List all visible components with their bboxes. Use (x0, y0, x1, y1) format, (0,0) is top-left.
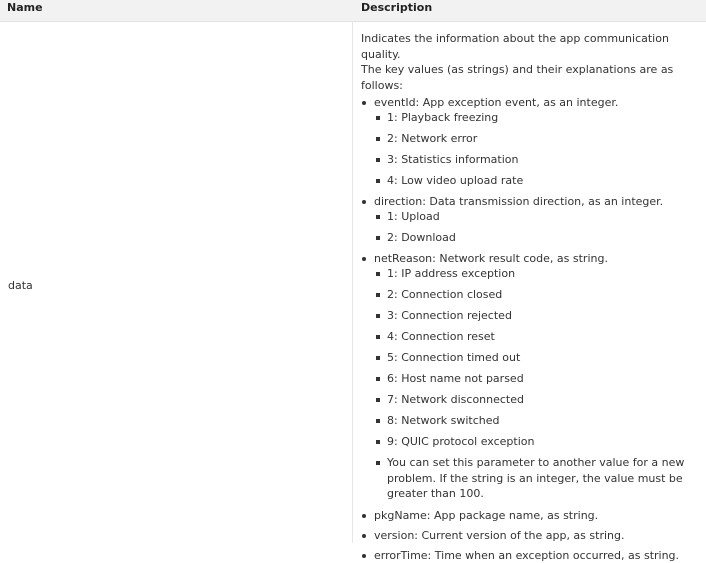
field-item-pkgname: pkgName: App package name, as string. (361, 508, 701, 523)
code-item: 2: Connection closed (374, 287, 701, 302)
code-value: 1 (387, 210, 394, 223)
code-item: 3: Statistics information (374, 152, 701, 167)
code-value: 2 (387, 231, 394, 244)
code-item: 4: Connection reset (374, 329, 701, 344)
code-item: 3: Connection rejected (374, 308, 701, 323)
code-label: : Download (394, 231, 456, 244)
code-label: : Connection timed out (394, 351, 521, 364)
code-value: 7 (387, 393, 394, 406)
field-text: eventId: App exception event, as an inte… (374, 96, 619, 109)
code-item: 1: Playback freezing (374, 110, 701, 125)
code-label: : Network disconnected (394, 393, 524, 406)
column-header-name: Name (7, 1, 43, 14)
field-text: version: Current version of the app, as … (374, 528, 625, 542)
code-item: 4: Low video upload rate (374, 173, 701, 188)
code-item: 7: Network disconnected (374, 392, 701, 407)
code-label: : IP address exception (394, 267, 516, 280)
code-item: 1: IP address exception (374, 266, 701, 281)
code-value: 2 (387, 132, 394, 145)
field-item-eventid: eventId: App exception event, as an inte… (361, 95, 701, 188)
code-label: : Statistics information (394, 153, 519, 166)
code-value: 8 (387, 414, 394, 427)
code-label: : Low video upload rate (394, 174, 524, 187)
code-item: 1: Upload (374, 209, 701, 224)
code-item: 5: Connection timed out (374, 350, 701, 365)
code-value: 6 (387, 372, 394, 385)
code-value: 3 (387, 309, 394, 322)
code-list: 1: Playback freezing 2: Network error 3:… (374, 110, 701, 188)
description-cell: Indicates the information about the app … (361, 31, 701, 563)
code-label: : Host name not parsed (394, 372, 524, 385)
code-item: 8: Network switched (374, 413, 701, 428)
field-list: eventId: App exception event, as an inte… (361, 95, 701, 563)
code-label: : Network error (394, 132, 478, 145)
code-label: : Connection rejected (394, 309, 512, 322)
parameter-table: Name Description data Indicates the info… (0, 0, 706, 562)
description-intro-line-2: The key values (as strings) and their ex… (361, 63, 674, 92)
code-label: : QUIC protocol exception (394, 435, 535, 448)
netreason-note: You can set this parameter to another va… (374, 455, 701, 502)
code-label: : Upload (394, 210, 440, 223)
code-value: 3 (387, 153, 394, 166)
code-label: : Connection reset (394, 330, 495, 343)
code-value: 1 (387, 267, 394, 280)
field-item-errortime: errorTime: Time when an exception occurr… (361, 548, 701, 563)
table-header: Name Description (0, 0, 706, 22)
column-divider (352, 22, 353, 543)
code-label: : Playback freezing (394, 111, 499, 124)
code-item: 2: Network error (374, 131, 701, 146)
field-item-version: version: Current version of the app, as … (361, 528, 701, 543)
code-value: 1 (387, 111, 394, 124)
description-intro-line-1: Indicates the information about the app … (361, 32, 669, 61)
field-text: pkgName: App package name, as string. (374, 508, 599, 522)
code-value: 4 (387, 330, 394, 343)
column-header-description: Description (361, 1, 433, 14)
code-item: 9: QUIC protocol exception (374, 434, 701, 449)
parameter-name-cell: data (8, 279, 33, 292)
code-list: 1: Upload 2: Download (374, 209, 701, 245)
code-value: 5 (387, 351, 394, 364)
field-item-netreason: netReason: Network result code, as strin… (361, 251, 701, 502)
field-text: direction: Data transmission direction, … (374, 195, 664, 208)
code-value: 9 (387, 435, 394, 448)
code-label: : Connection closed (394, 288, 503, 301)
code-label: : Network switched (394, 414, 500, 427)
code-list: 1: IP address exception 2: Connection cl… (374, 266, 701, 502)
code-item: 2: Download (374, 230, 701, 245)
code-value: 4 (387, 174, 394, 187)
field-item-direction: direction: Data transmission direction, … (361, 194, 701, 245)
code-item: 6: Host name not parsed (374, 371, 701, 386)
field-text: errorTime: Time when an exception occurr… (374, 548, 680, 562)
code-value: 2 (387, 288, 394, 301)
field-text: netReason: Network result code, as strin… (374, 252, 608, 265)
